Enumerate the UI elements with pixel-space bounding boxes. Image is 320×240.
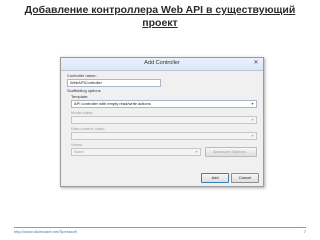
dialog-title: Add Controller (144, 60, 180, 66)
close-icon[interactable]: ✕ (252, 60, 260, 67)
add-controller-dialog: Add Controller ✕ Controller name: WebAPI… (60, 57, 264, 187)
template-value: API controller with empty read/write act… (74, 101, 151, 106)
data-context-label: Data context class: (71, 126, 105, 131)
footer-divider (14, 227, 306, 228)
dialog-titlebar: Add Controller ✕ (61, 58, 263, 71)
add-button[interactable]: Add (201, 173, 229, 183)
model-class-select[interactable]: ▾ (71, 116, 257, 124)
slide-title: Добавление контроллера Web API в существ… (24, 4, 296, 29)
controller-name-label: Controller name: (67, 73, 97, 78)
controller-name-input[interactable]: WebAPIController (67, 79, 161, 87)
template-select[interactable]: API controller with empty read/write act… (71, 100, 257, 108)
views-label: Views: (71, 142, 83, 147)
template-label: Template: (71, 94, 89, 99)
chevron-down-icon: ▾ (195, 149, 198, 154)
scaffolding-options-label: Scaffolding options (67, 88, 101, 93)
views-select[interactable]: None ▾ (71, 148, 201, 156)
chevron-down-icon: ▾ (251, 117, 254, 122)
footer-link[interactable]: http://www.slideshare.net/Sperasoft (14, 229, 77, 235)
advanced-options-button[interactable]: Advanced Options... (205, 147, 257, 157)
cancel-button[interactable]: Cancel (231, 173, 259, 183)
chevron-down-icon: ▾ (251, 133, 254, 138)
data-context-select[interactable]: ▾ (71, 132, 257, 140)
page-number: 7 (303, 229, 306, 234)
views-value: None (74, 149, 84, 154)
model-class-label: Model class: (71, 110, 94, 115)
chevron-down-icon: ▾ (251, 101, 254, 106)
